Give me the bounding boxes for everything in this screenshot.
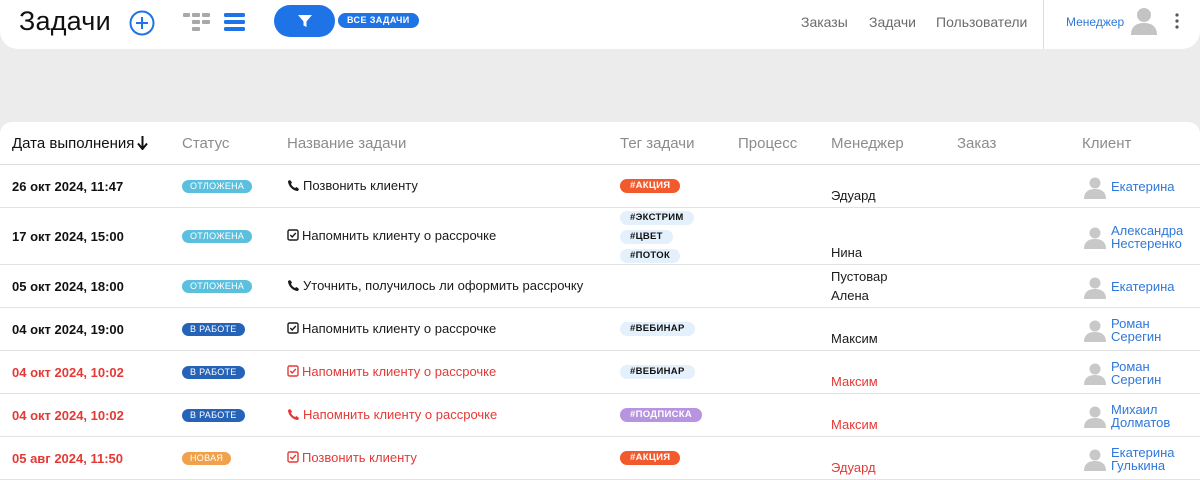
phone-icon [288, 279, 299, 291]
task-tag[interactable]: #АКЦИЯ [620, 178, 681, 193]
page-title: Задачи [19, 6, 111, 36]
manager-name[interactable]: Эдуард [831, 188, 876, 203]
due-date: 05 авг 2024, 11:50 [12, 450, 123, 466]
status-badge: В РАБОТЕ [182, 365, 245, 379]
task-tag[interactable]: #ПОТОК [620, 249, 681, 263]
client-avatar-icon [1084, 177, 1106, 199]
filter-icon [297, 15, 312, 27]
col-manager[interactable]: Менеджер [831, 135, 904, 152]
phone-icon [288, 408, 299, 420]
col-tag[interactable]: Тег задачи [620, 135, 694, 152]
task-name[interactable]: Напомнить клиенту о рассрочке [287, 321, 496, 336]
header-divider [1043, 0, 1044, 49]
table-row[interactable]: 05 окт 2024, 18:00 ОТЛОЖЕНА Уточнить, полу… [0, 265, 1200, 308]
task-name[interactable]: Напомнить клиенту о рассрочке [287, 228, 496, 243]
due-date: 04 окт 2024, 10:02 [12, 407, 124, 423]
task-name[interactable]: Позвонить клиенту [287, 178, 418, 193]
tasks-table: Дата выполнения Статус Название задачи Т… [0, 122, 1200, 480]
task-tag[interactable]: #ВЕБИНАР [620, 364, 695, 379]
client-link[interactable]: Роман Серегин [1111, 360, 1191, 386]
client-avatar-icon [1084, 320, 1106, 342]
manager-name[interactable]: Нина [831, 245, 862, 260]
col-order[interactable]: Заказ [957, 135, 996, 152]
nav-users[interactable]: Пользователи [936, 14, 1027, 30]
checkbox-icon [287, 451, 299, 463]
due-date: 17 окт 2024, 15:00 [12, 228, 124, 244]
client-link[interactable]: Екатерина [1111, 180, 1191, 193]
client-avatar-icon [1084, 227, 1106, 249]
table-row[interactable]: 26 окт 2024, 11:47 ОТЛОЖЕНА Позвонить клие… [0, 165, 1200, 208]
nav-tasks[interactable]: Задачи [869, 14, 916, 30]
col-process[interactable]: Процесс [738, 135, 797, 152]
checkbox-icon [287, 365, 299, 377]
status-badge: В РАБОТЕ [182, 322, 245, 336]
manager-name[interactable]: Максим [831, 331, 878, 346]
task-name[interactable]: Уточнить, получилось ли оформить рассроч… [287, 278, 583, 293]
client-link[interactable]: Екатерина [1111, 280, 1191, 293]
client-avatar-icon [1084, 449, 1106, 471]
manager-name[interactable]: Максим [831, 417, 878, 432]
status-badge: НОВАЯ [182, 451, 232, 465]
manager-name[interactable]: Пустовар Алена [831, 267, 887, 305]
user-avatar-icon[interactable] [1129, 5, 1159, 35]
status-badge: ОТЛОЖЕНА [182, 179, 253, 193]
status-badge: В РАБОТЕ [182, 408, 245, 422]
col-client[interactable]: Клиент [1082, 135, 1131, 152]
due-date: 26 окт 2024, 11:47 [12, 178, 124, 194]
client-link[interactable]: Роман Серегин [1111, 317, 1191, 343]
client-avatar-icon [1084, 406, 1106, 428]
more-menu-icon[interactable] [1174, 13, 1180, 29]
table-header: Дата выполнения Статус Название задачи Т… [0, 122, 1200, 165]
col-status[interactable]: Статус [182, 135, 229, 152]
client-link[interactable]: Михаил Долматов [1111, 403, 1191, 429]
table-row[interactable]: 04 окт 2024, 19:00 В РАБОТЕ Напомнить клие… [0, 308, 1200, 351]
active-filter-chip[interactable]: ВСЕ ЗАДАЧИ [338, 13, 419, 28]
task-tag[interactable]: #АКЦИЯ [620, 450, 681, 465]
status-badge: ОТЛОЖЕНА [182, 229, 253, 243]
task-name[interactable]: Напомнить клиенту о рассрочке [287, 364, 496, 379]
user-role[interactable]: Менеджер [1066, 15, 1124, 29]
col-task-name[interactable]: Название задачи [287, 135, 406, 152]
table-row[interactable]: 04 окт 2024, 10:02 В РАБОТЕ Напомнить клие… [0, 394, 1200, 437]
due-date: 04 окт 2024, 10:02 [12, 364, 124, 380]
task-tag[interactable]: #ПОДПИСКА [620, 407, 703, 422]
list-view-icon[interactable] [224, 13, 245, 31]
due-date: 04 окт 2024, 19:00 [12, 321, 124, 337]
filter-button[interactable] [274, 5, 335, 37]
status-badge: ОТЛОЖЕНА [182, 279, 253, 293]
due-date: 05 окт 2024, 18:00 [12, 278, 124, 294]
task-name[interactable]: Напомнить клиенту о рассрочке [287, 407, 497, 422]
checkbox-icon [287, 229, 299, 241]
table-row[interactable]: 17 окт 2024, 15:00 ОТЛОЖЕНА Напомнить клие… [0, 208, 1200, 265]
col-due-date[interactable]: Дата выполнения [12, 135, 149, 152]
manager-name[interactable]: Максим [831, 374, 878, 389]
client-avatar-icon [1084, 277, 1106, 299]
nav-orders[interactable]: Заказы [801, 14, 848, 30]
table-row[interactable]: 05 авг 2024, 11:50 НОВАЯ Позвонить клиенту… [0, 437, 1200, 480]
top-header: Задачи ВСЕ ЗАДАЧИ Заказы Задачи Пользова… [0, 0, 1200, 49]
task-tag[interactable]: #ЦВЕТ [620, 230, 673, 244]
manager-name[interactable]: Эдуард [831, 460, 876, 475]
sort-desc-icon[interactable] [137, 136, 149, 150]
task-tag[interactable]: #ВЕБИНАР [620, 321, 695, 336]
checkbox-icon [287, 322, 299, 334]
client-link[interactable]: Екатерина Гулькина [1111, 446, 1191, 472]
client-avatar-icon [1084, 363, 1106, 385]
table-row[interactable]: 04 окт 2024, 10:02 В РАБОТЕ Напомнить клие… [0, 351, 1200, 394]
add-task-icon[interactable] [129, 10, 155, 36]
task-name[interactable]: Позвонить клиенту [287, 450, 417, 465]
board-view-icon[interactable] [183, 13, 210, 31]
client-link[interactable]: Александра Нестеренко [1111, 224, 1191, 250]
phone-icon [288, 179, 299, 191]
task-tag[interactable]: #ЭКСТРИМ [620, 211, 694, 225]
